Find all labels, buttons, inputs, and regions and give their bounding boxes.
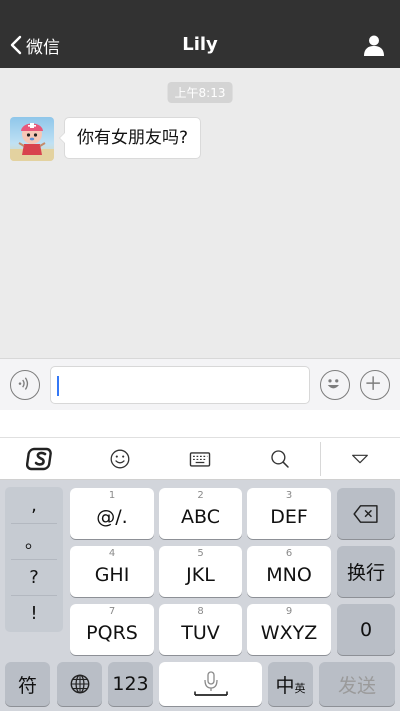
collapse-icon[interactable]	[345, 444, 375, 474]
key-1[interactable]: 1 @/.	[70, 488, 154, 539]
newline-key[interactable]: 换行	[337, 546, 395, 597]
punct-comma-key[interactable]: ,	[5, 487, 63, 523]
punct-exclaim-key[interactable]: !	[5, 595, 63, 631]
key-8[interactable]: 8 TUV	[159, 604, 242, 655]
text-caret	[57, 376, 59, 396]
more-button[interactable]	[360, 370, 390, 400]
received-message-bubble[interactable]: 你有女朋友吗?	[58, 117, 202, 159]
zero-label: 0	[359, 618, 373, 641]
send-key[interactable]: 发送	[319, 662, 395, 706]
avatar[interactable]	[10, 117, 54, 161]
toolbar-divider	[320, 442, 321, 476]
space-key[interactable]	[159, 662, 262, 706]
key-4[interactable]: 4 GHI	[70, 546, 154, 597]
message-timestamp: 上午8:13	[167, 82, 233, 103]
key-letters: ABC	[181, 506, 220, 528]
symbols-key[interactable]: 符	[5, 662, 50, 706]
keyboard-toolbar	[0, 438, 400, 480]
globe-key[interactable]	[57, 662, 102, 706]
number-mode-label: 123	[112, 673, 149, 695]
emoji-icon	[327, 379, 339, 389]
key-9[interactable]: 9 WXYZ	[247, 604, 331, 655]
language-sub: 英	[294, 682, 306, 695]
message-input[interactable]	[50, 366, 310, 404]
key-number: 8	[197, 606, 204, 617]
key-2[interactable]: 2 ABC	[159, 488, 242, 539]
punct-question-key[interactable]: ?	[5, 559, 63, 595]
key-number: 1	[108, 490, 116, 501]
keyboard: , 。 ? ! 1 @/. 2 ABC 3 DEF 4 GHI 5 JKL 6 …	[0, 480, 400, 711]
key-number: 2	[197, 490, 204, 501]
send-label: 发送	[337, 674, 376, 697]
emoji-button[interactable]	[320, 370, 350, 400]
plus-icon	[366, 376, 380, 390]
punctuation-column: , 。 ? !	[5, 487, 63, 632]
key-letters: WXYZ	[260, 622, 318, 644]
newline-label: 换行	[346, 562, 385, 584]
key-letters: GHI	[94, 564, 130, 586]
key-letters: @/.	[96, 506, 128, 528]
key-letters: DEF	[270, 506, 308, 528]
language-main: 中	[275, 674, 295, 697]
globe-icon	[57, 662, 102, 706]
input-spacer	[0, 410, 400, 438]
backspace-key[interactable]	[337, 488, 395, 539]
language-switch-key[interactable]: 中英	[268, 662, 313, 706]
person-icon[interactable]	[362, 33, 386, 57]
key-number: 7	[108, 606, 116, 617]
search-icon[interactable]	[265, 444, 295, 474]
key-letters: PQRS	[86, 622, 138, 644]
key-6[interactable]: 6 MNO	[247, 546, 331, 597]
punct-period-key[interactable]: 。	[5, 523, 63, 559]
voice-button[interactable]	[10, 370, 40, 400]
symbols-label: 符	[17, 674, 37, 697]
key-5[interactable]: 5 JKL	[159, 546, 242, 597]
key-number: 9	[285, 606, 293, 617]
chat-area[interactable]: 上午8:13 你有女朋友吗?	[0, 68, 400, 358]
backspace-icon	[337, 488, 395, 539]
key-number: 5	[197, 548, 204, 559]
sogou-logo-icon[interactable]	[26, 444, 56, 474]
input-bar	[0, 358, 400, 410]
emoji-icon[interactable]	[105, 444, 135, 474]
key-number: 6	[285, 548, 293, 559]
microphone-icon	[159, 662, 262, 706]
voice-icon	[18, 377, 29, 390]
navigation-bar: 微信 Lily	[0, 0, 400, 68]
key-number: 4	[108, 548, 116, 559]
language-label: 中英	[268, 662, 313, 706]
key-number: 3	[285, 490, 293, 501]
chat-title: Lily	[182, 34, 218, 55]
zero-key[interactable]: 0	[337, 604, 395, 655]
number-mode-key[interactable]: 123	[108, 662, 153, 706]
key-letters: TUV	[181, 622, 220, 644]
key-letters: JKL	[186, 564, 215, 586]
key-3[interactable]: 3 DEF	[247, 488, 331, 539]
key-letters: MNO	[266, 564, 312, 586]
key-7[interactable]: 7 PQRS	[70, 604, 154, 655]
keyboard-icon[interactable]	[185, 444, 215, 474]
